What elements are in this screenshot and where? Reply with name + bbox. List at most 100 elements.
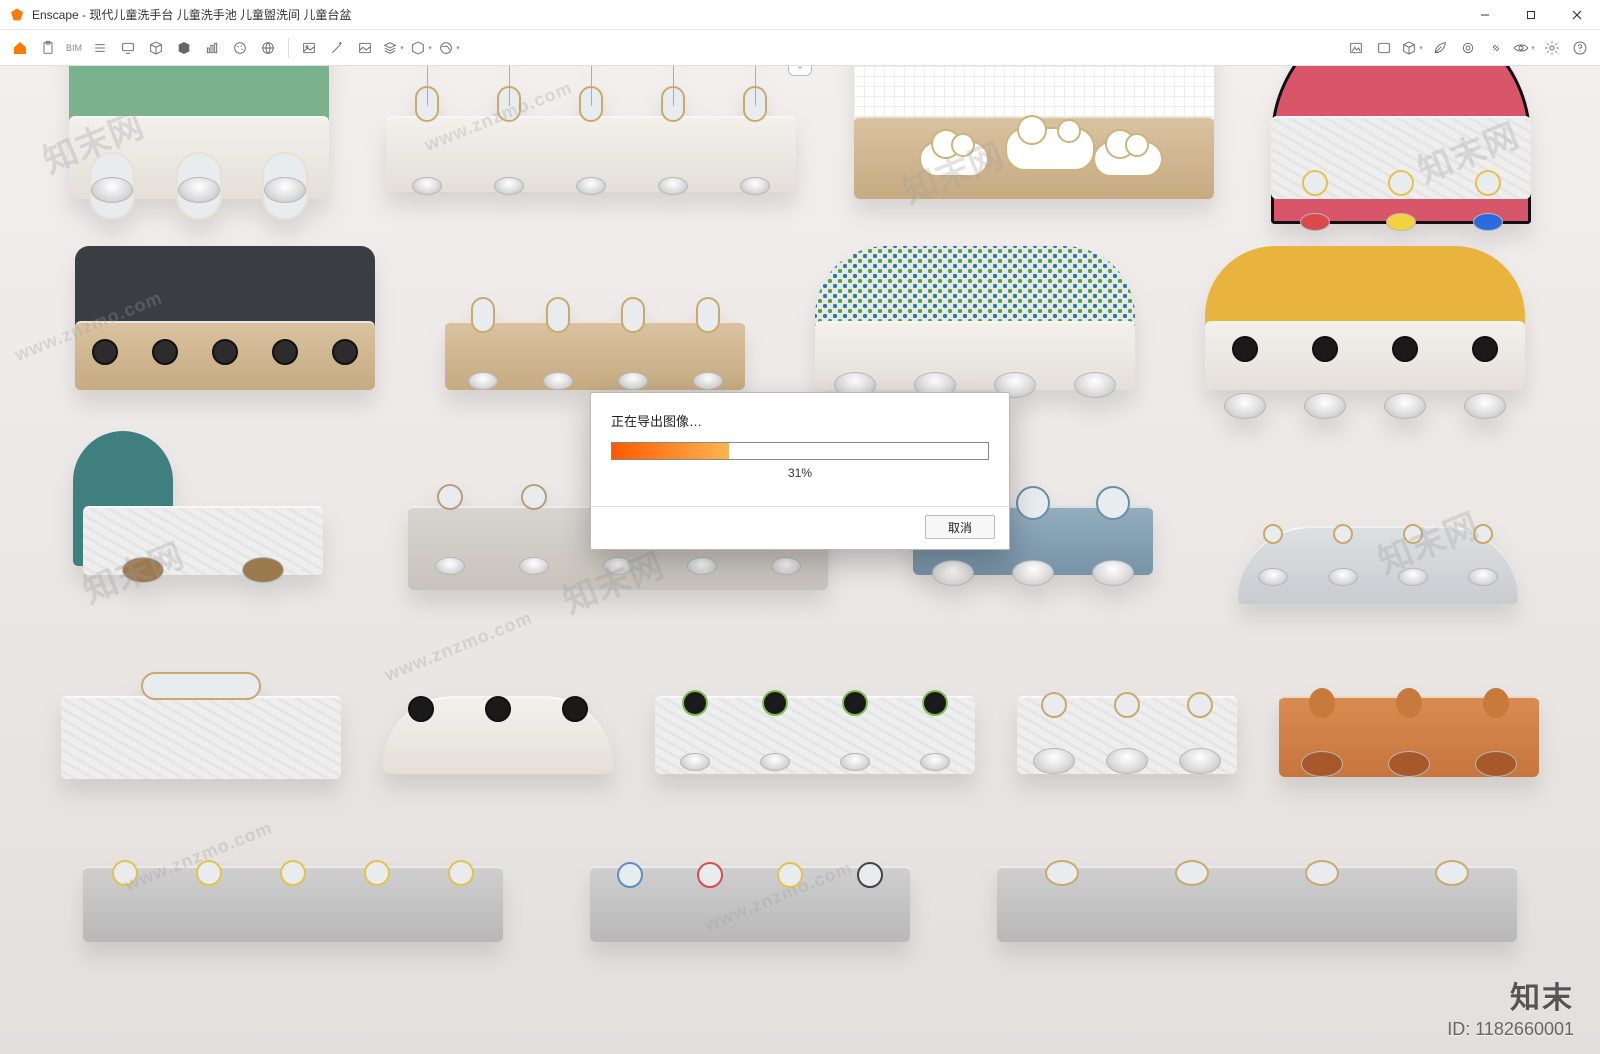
sinks <box>69 177 329 203</box>
mirrors <box>590 862 910 888</box>
mirror <box>1472 336 1498 362</box>
mirrors <box>1279 688 1539 718</box>
cube-dropdown-icon[interactable]: ▾ <box>409 36 433 60</box>
settings-icon[interactable] <box>1540 36 1564 60</box>
mirror <box>922 690 948 716</box>
stats-icon[interactable] <box>200 36 224 60</box>
mirrors <box>997 860 1517 886</box>
window-maximize-button[interactable] <box>1508 0 1554 30</box>
progress-percent: 31% <box>611 466 989 480</box>
model-tile <box>383 696 613 826</box>
target-icon[interactable] <box>1456 36 1480 60</box>
sinks <box>386 177 796 195</box>
mirrors <box>655 690 975 716</box>
magic-wand-icon[interactable] <box>325 36 349 60</box>
image-alt-icon[interactable] <box>353 36 377 60</box>
sinks <box>1279 751 1539 777</box>
model-tile <box>1017 696 1237 826</box>
mirror <box>1305 860 1339 886</box>
brand-name: 知末 <box>1447 973 1574 1017</box>
model-tile <box>655 696 975 826</box>
mirrors <box>75 339 375 365</box>
mirror <box>485 696 511 722</box>
mirror <box>842 690 868 716</box>
image-mountain-icon[interactable] <box>1344 36 1368 60</box>
cube-grid-icon[interactable]: ▾ <box>1400 36 1424 60</box>
list-icon[interactable] <box>88 36 112 60</box>
model-tile <box>997 866 1517 1006</box>
sinks <box>1205 393 1525 419</box>
cloud-mirror <box>1093 141 1163 177</box>
model-tile <box>83 506 323 656</box>
eye-icon[interactable]: ▾ <box>1512 36 1536 60</box>
mirrors <box>83 860 503 886</box>
counter <box>61 696 341 779</box>
render-viewport[interactable]: ⌃ <box>0 66 1600 1054</box>
mirror <box>777 862 803 888</box>
window-close-button[interactable] <box>1554 0 1600 30</box>
progress-fill <box>612 443 729 459</box>
mirror <box>1435 860 1469 886</box>
mirror <box>1232 336 1258 362</box>
mirror <box>272 339 298 365</box>
mirrors <box>1238 524 1518 544</box>
monitor-icon[interactable] <box>116 36 140 60</box>
mirror <box>546 297 570 333</box>
mirror <box>857 862 883 888</box>
mirror <box>471 297 495 333</box>
chevron-down-icon: ▾ <box>1419 44 1423 52</box>
mirror <box>682 690 708 716</box>
model-tile <box>386 116 796 296</box>
palette-icon[interactable] <box>228 36 252 60</box>
app-logo-icon <box>8 6 26 24</box>
mirrors <box>1271 170 1531 196</box>
model-row <box>0 676 1600 826</box>
mirror <box>152 339 178 365</box>
toolbar: BIM ▾ ▾ ▾ ▾ ▾ <box>0 30 1600 66</box>
cloud-mirror <box>919 141 989 177</box>
title-bar: Enscape - 现代儿童洗手台 儿童洗手池 儿童盥洗间 儿童台盆 <box>0 0 1600 30</box>
image-icon[interactable] <box>297 36 321 60</box>
dialog-body: 正在导出图像… 31% <box>591 393 1009 494</box>
mirror <box>408 696 434 722</box>
mirror <box>521 484 547 510</box>
mirror <box>112 860 138 886</box>
mirror <box>1403 524 1423 544</box>
mirrors <box>1205 336 1525 362</box>
window-minimize-button[interactable] <box>1462 0 1508 30</box>
model-row <box>0 846 1600 1006</box>
mirror <box>92 339 118 365</box>
mirror <box>1187 692 1213 718</box>
sinks <box>408 557 828 575</box>
chevron-down-icon: ▾ <box>400 44 404 52</box>
mirror <box>332 339 358 365</box>
mirror <box>141 672 261 700</box>
globe-icon[interactable] <box>256 36 280 60</box>
link-icon[interactable] <box>1484 36 1508 60</box>
model-tile <box>61 696 341 826</box>
mirror <box>1388 170 1414 196</box>
cube-solid-icon[interactable] <box>172 36 196 60</box>
cancel-button[interactable]: 取消 <box>925 515 995 539</box>
leaf-icon[interactable] <box>1428 36 1452 60</box>
mirror <box>1175 860 1209 886</box>
mirror <box>696 297 720 333</box>
image-outline-icon[interactable] <box>1372 36 1396 60</box>
mirror <box>621 297 645 333</box>
dialog-title: 正在导出图像… <box>611 411 989 430</box>
cube-outline-icon[interactable] <box>144 36 168 60</box>
clipboard-icon[interactable] <box>36 36 60 60</box>
sinks <box>1271 213 1531 231</box>
bear-mirror <box>1483 688 1509 718</box>
home-button[interactable] <box>8 36 32 60</box>
earth-dropdown-icon[interactable]: ▾ <box>437 36 461 60</box>
model-tile <box>590 866 910 1006</box>
layers-icon[interactable]: ▾ <box>381 36 405 60</box>
title-text: Enscape - 现代儿童洗手台 儿童洗手池 儿童盥洗间 儿童台盆 <box>32 6 351 23</box>
mirror <box>1312 336 1338 362</box>
mirror <box>697 862 723 888</box>
sinks <box>445 372 745 390</box>
help-icon[interactable] <box>1568 36 1592 60</box>
branding: 知末 ID: 1182660001 <box>1447 973 1574 1040</box>
mirror <box>1045 860 1079 886</box>
